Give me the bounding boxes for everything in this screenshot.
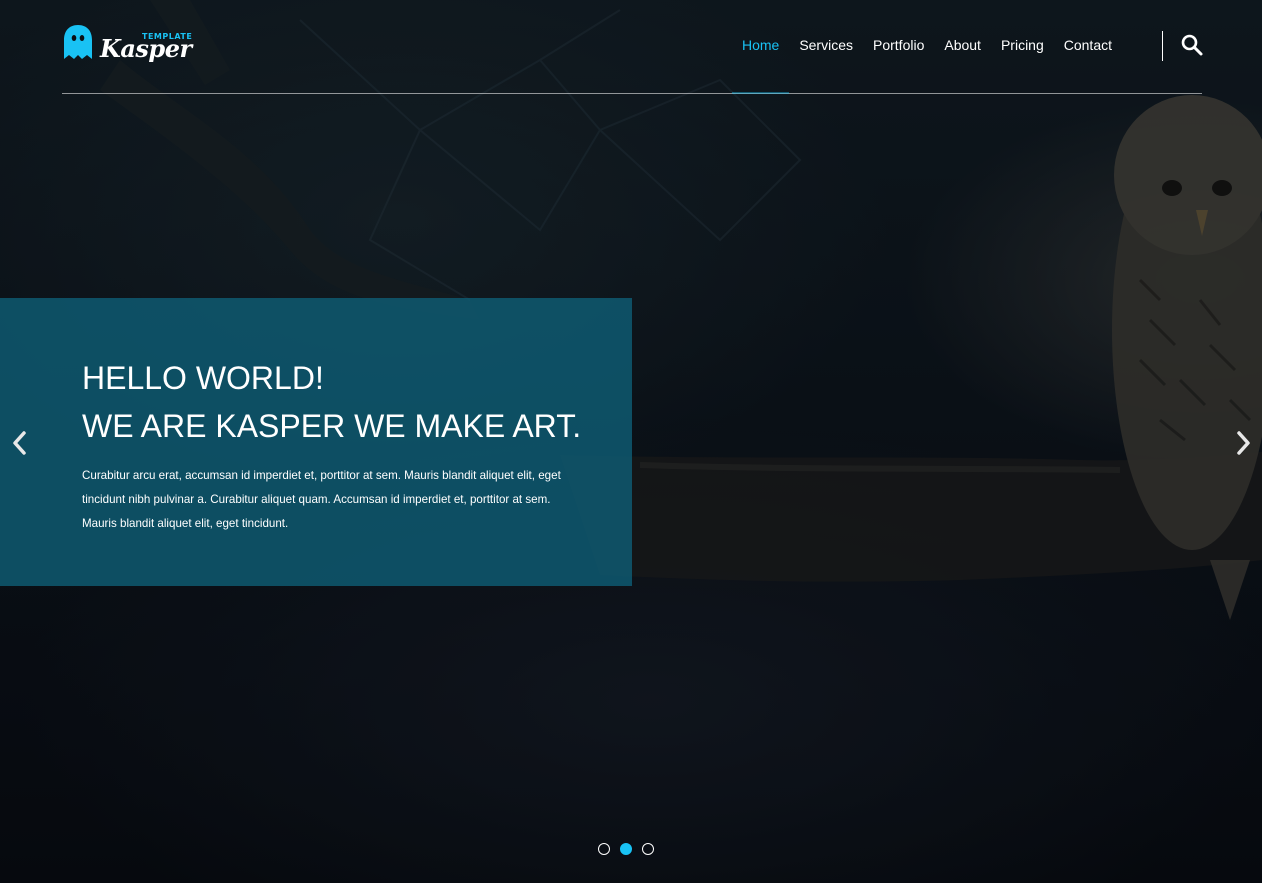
- nav-divider: [1162, 31, 1163, 61]
- slide-title-line-2: WE ARE KASPER WE MAKE ART.: [82, 408, 582, 444]
- slider-bullet-1[interactable]: [598, 843, 610, 855]
- nav-item-about[interactable]: About: [934, 36, 991, 58]
- slide-title: HELLO WORLD! WE ARE KASPER WE MAKE ART.: [82, 354, 602, 450]
- slider-bullet-3[interactable]: [642, 843, 654, 855]
- ghost-icon: [64, 25, 92, 59]
- nav-item-portfolio[interactable]: Portfolio: [863, 36, 934, 58]
- logo-text: Kasper: [100, 34, 192, 63]
- search-button[interactable]: [1180, 33, 1204, 57]
- nav-item-pricing[interactable]: Pricing: [991, 36, 1054, 58]
- slider-prev-button[interactable]: [8, 428, 34, 458]
- nav-item-home[interactable]: Home: [731, 36, 790, 94]
- search-icon: [1181, 34, 1203, 56]
- slide-description: Curabitur arcu erat, accumsan id imperdi…: [82, 469, 561, 530]
- slider-next-button[interactable]: [1232, 428, 1258, 458]
- nav-item-contact[interactable]: Contact: [1054, 36, 1122, 58]
- slider-bullets: [598, 843, 654, 855]
- nav-item-services[interactable]: Services: [789, 36, 863, 58]
- chevron-left-icon: [13, 431, 26, 455]
- logo[interactable]: TEMPLATE Kasper: [62, 22, 192, 66]
- slider-bullet-2[interactable]: [620, 843, 632, 855]
- slide-title-line-1: HELLO WORLD!: [82, 360, 324, 396]
- chevron-right-icon: [1237, 431, 1250, 455]
- site-header: TEMPLATE Kasper Home Services Portfolio …: [62, 0, 1204, 94]
- main-nav: Home Services Portfolio About Pricing Co…: [731, 36, 1122, 94]
